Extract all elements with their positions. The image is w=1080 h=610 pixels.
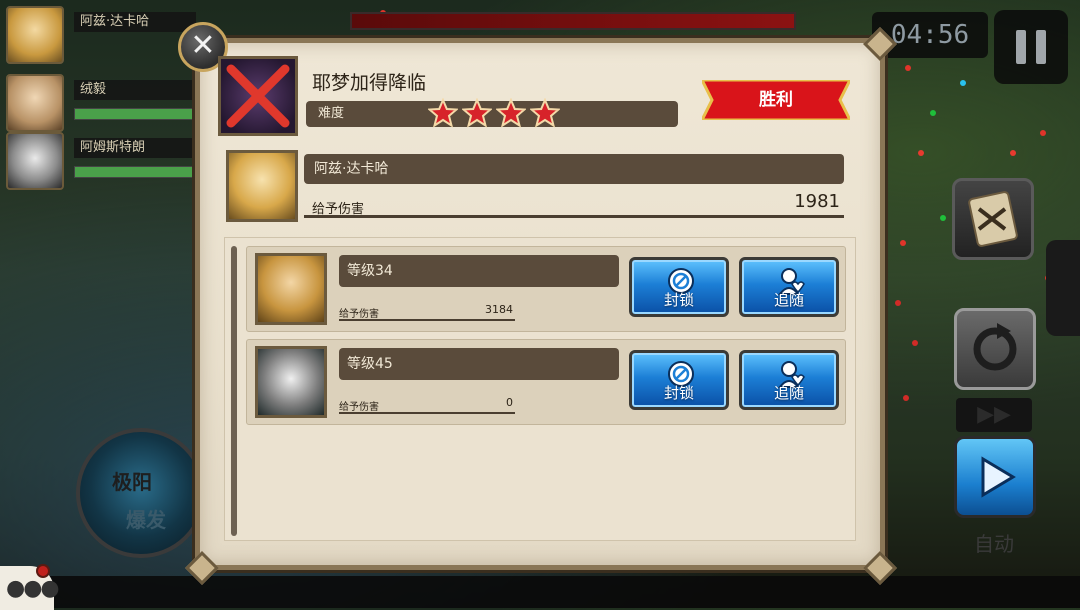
retry-button[interactable]	[954, 308, 1036, 390]
star-icon	[428, 98, 458, 128]
skill-label-bottom: 爆发	[126, 508, 166, 532]
star-icon	[462, 98, 492, 128]
block-label: 封锁	[663, 291, 694, 309]
enemy-hp-bar	[350, 12, 796, 30]
party-member-name: 绒毅	[74, 80, 196, 100]
leader-name: 阿兹·达卡哈	[314, 161, 389, 177]
block-button[interactable]: 封锁	[629, 350, 729, 410]
follow-label: 追随	[773, 291, 804, 309]
list-item: 等级34 给予伤害 3184 封锁 追随	[246, 246, 846, 332]
party-member-name: 阿姆斯特朗	[74, 138, 196, 158]
boss-portrait	[218, 56, 298, 136]
helper-level-bar: 等级45	[339, 348, 619, 380]
fast-forward-button[interactable]: ▶▶	[956, 398, 1032, 432]
refresh-icon	[973, 323, 1017, 371]
leader-name-bar: 阿兹·达卡哈	[304, 154, 844, 184]
victory-ribbon: 胜利	[702, 80, 850, 120]
party-avatar	[6, 132, 64, 190]
difficulty-label: 难度	[318, 106, 345, 121]
party-member[interactable]: 绒毅	[6, 74, 196, 132]
follow-button[interactable]: 追随	[739, 350, 839, 410]
fast-forward-icon: ▶▶	[977, 402, 1011, 427]
chat-notification-dot	[36, 564, 50, 578]
party-hp-bar	[74, 108, 196, 120]
helper-damage-label: 给予伤害	[339, 309, 379, 320]
party-avatar	[6, 6, 64, 64]
helper-damage-value: 0	[506, 396, 513, 409]
star-icon	[530, 98, 560, 128]
skill-burst-button[interactable]: 极阳 爆发	[76, 428, 206, 558]
side-tab-handle[interactable]	[1046, 240, 1080, 336]
victory-label: 胜利	[759, 90, 793, 110]
party-member[interactable]: 阿姆斯特朗	[6, 132, 196, 190]
list-item: 等级45 给予伤害 0 封锁 追随	[246, 339, 846, 425]
divider	[304, 215, 844, 218]
divider	[339, 412, 515, 414]
close-icon: ✕	[190, 28, 216, 63]
helper-level-bar: 等级34	[339, 255, 619, 287]
defeated-cross-icon	[226, 64, 290, 128]
block-button[interactable]: 封锁	[629, 257, 729, 317]
pause-button[interactable]	[994, 10, 1068, 84]
difficulty-bar: 难度	[306, 98, 678, 128]
auto-battle-label[interactable]: 自动	[958, 528, 1030, 557]
pause-icon	[1016, 30, 1026, 64]
divider	[339, 319, 515, 321]
scroll-quest-button[interactable]	[952, 178, 1034, 260]
party-member-name: 阿兹·达卡哈	[74, 12, 196, 32]
leader-avatar	[226, 150, 298, 222]
play-button[interactable]	[954, 436, 1036, 518]
helper-level: 等级45	[347, 356, 393, 372]
helper-damage-value: 3184	[485, 303, 513, 316]
leader-damage-value: 1981	[794, 191, 840, 212]
helper-damage-label: 给予伤害	[339, 402, 379, 413]
party-avatar	[6, 74, 64, 132]
follow-button[interactable]: 追随	[739, 257, 839, 317]
scroll-icon	[968, 191, 1018, 247]
list-scrollbar[interactable]	[231, 246, 237, 536]
follow-label: 追随	[773, 384, 804, 402]
party-member[interactable]: 阿兹·达卡哈	[6, 6, 196, 64]
skill-label-top: 极阳	[112, 470, 152, 494]
star-icon	[496, 98, 526, 128]
helper-avatar	[255, 346, 327, 418]
bottom-bar	[0, 576, 1080, 608]
difficulty-stars	[428, 98, 560, 128]
block-label: 封锁	[663, 384, 694, 402]
stage-title: 耶梦加得降临	[312, 72, 427, 94]
party-hp-bar	[74, 166, 196, 178]
helper-avatar	[255, 253, 327, 325]
chat-icon: ●●●	[6, 576, 60, 601]
play-icon	[981, 456, 1016, 498]
helper-level: 等级34	[347, 263, 393, 279]
